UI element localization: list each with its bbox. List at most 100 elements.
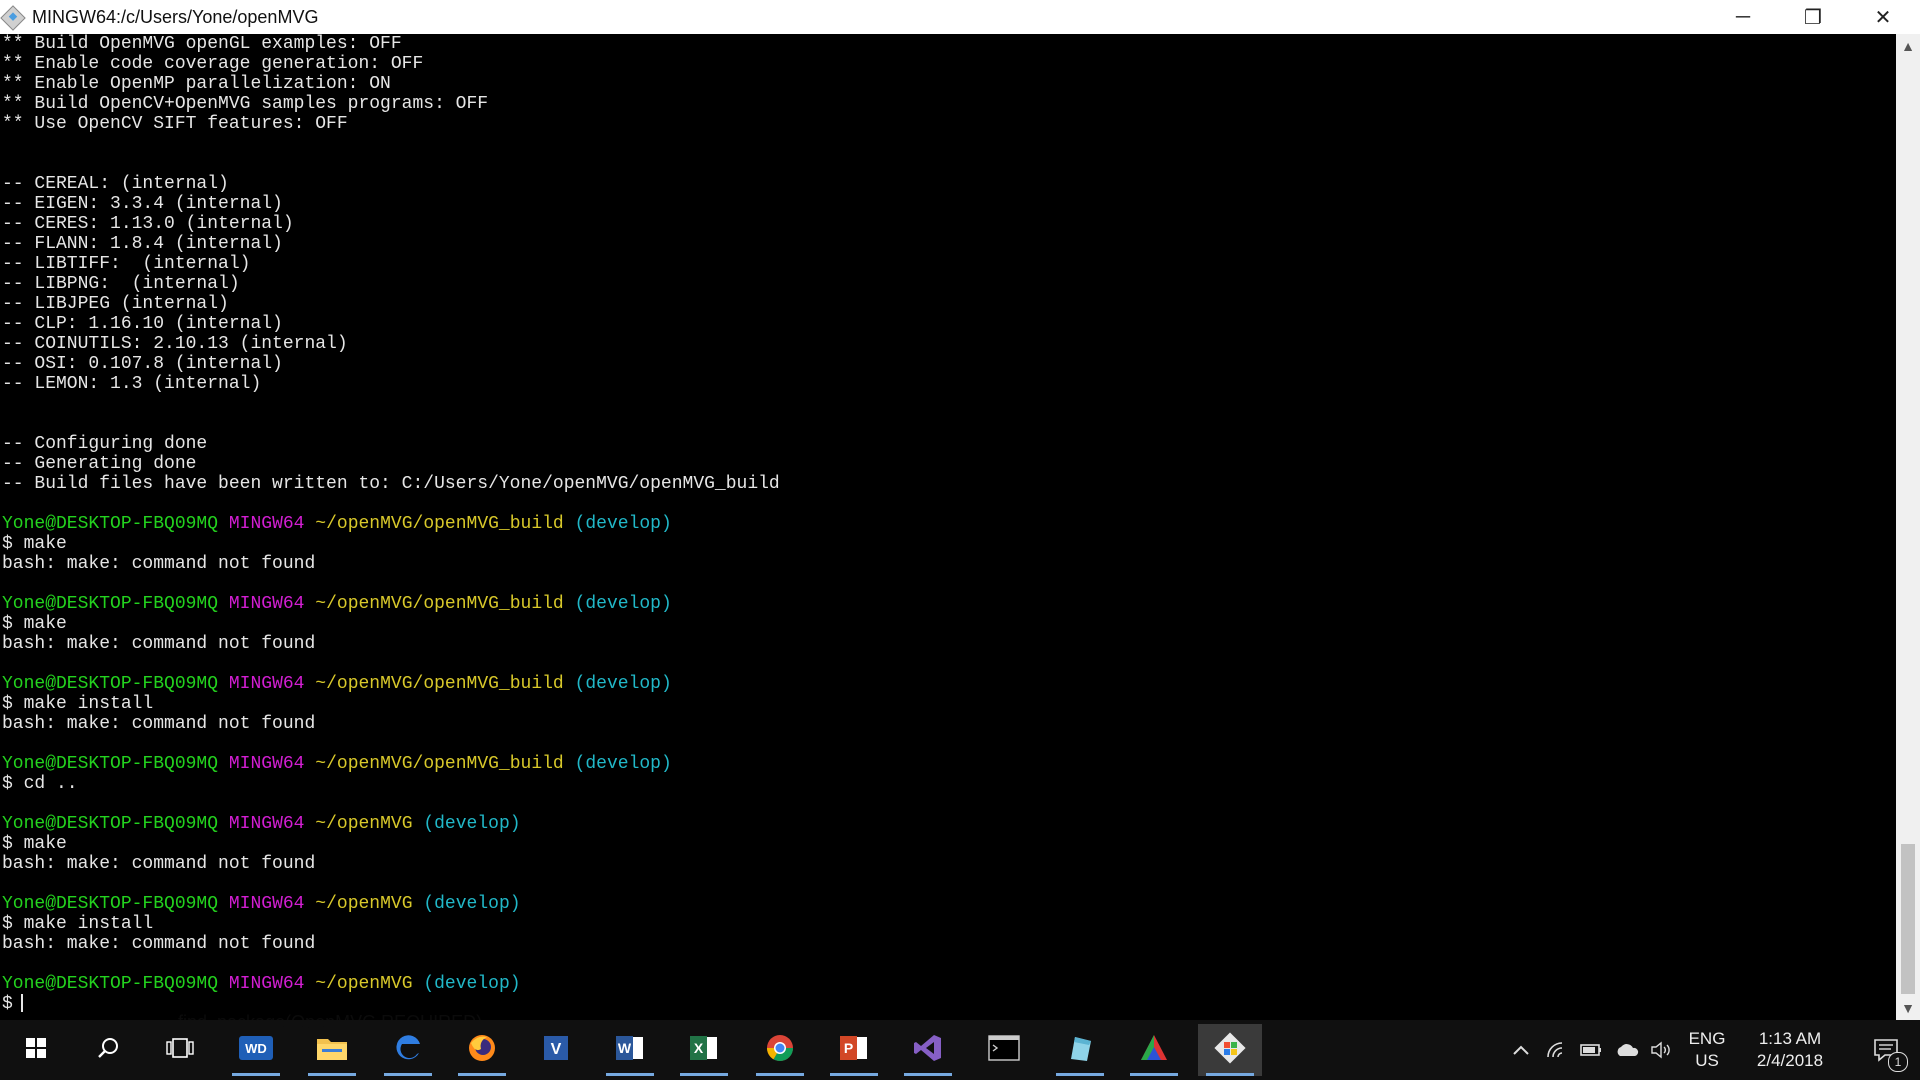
- output-line: ** Use OpenCV SIFT features: OFF: [0, 114, 1894, 134]
- notification-count-badge: 1: [1888, 1052, 1908, 1072]
- vertical-scrollbar[interactable]: ▲ ▼: [1896, 34, 1920, 1020]
- scroll-thumb[interactable]: [1901, 844, 1915, 994]
- minimize-button[interactable]: ─: [1710, 0, 1776, 34]
- wifi-icon[interactable]: [1542, 1020, 1572, 1080]
- taskbar-git-bash[interactable]: [1198, 1024, 1262, 1076]
- app-blue-icon: [1065, 1033, 1095, 1068]
- window-title: MINGW64:/c/Users/Yone/openMVG: [32, 7, 319, 27]
- output-line: ** Build OpenCV+OpenMVG samples programs…: [0, 94, 1894, 114]
- prompt-user: Yone@DESKTOP-FBQ09MQ: [2, 974, 219, 994]
- line-text: ** Build OpenCV+OpenMVG samples programs…: [2, 94, 489, 114]
- taskbar-cmd[interactable]: [972, 1024, 1036, 1076]
- running-indicator: [232, 1073, 280, 1076]
- edge-icon: [393, 1033, 423, 1068]
- taskbar-word[interactable]: W: [598, 1024, 662, 1076]
- line-text: $ make install: [2, 914, 154, 934]
- show-hidden-icons-icon[interactable]: [1506, 1020, 1536, 1080]
- line-text: bash: make: command not found: [2, 854, 316, 874]
- prompt-host: MINGW64: [228, 514, 305, 534]
- line-text: $ make: [2, 614, 67, 634]
- output-line: -- LIBTIFF: (internal): [0, 254, 1894, 274]
- scroll-up-icon[interactable]: ▲: [1896, 34, 1920, 58]
- taskbar-visual-studio[interactable]: [896, 1024, 960, 1076]
- line-text: $ make: [2, 834, 67, 854]
- action-center-button[interactable]: 1: [1856, 1020, 1916, 1080]
- taskbar-excel[interactable]: X: [672, 1024, 736, 1076]
- search-icon: [96, 1036, 120, 1065]
- text-cursor: [20, 994, 23, 1013]
- line-text: ** Use OpenCV SIFT features: OFF: [2, 114, 348, 134]
- prompt-branch: (develop): [574, 514, 672, 534]
- output-line: -- COINUTILS: 2.10.13 (internal): [0, 334, 1894, 354]
- line-text: -- Build files have been written to: C:/…: [2, 474, 780, 494]
- prompt-path: ~/openMVG/openMVG_build: [315, 754, 564, 774]
- task-view-icon: [165, 1037, 195, 1064]
- visual-studio-icon: [913, 1033, 943, 1068]
- start-button[interactable]: [4, 1024, 68, 1076]
- output-line: ** Enable OpenMP parallelization: ON: [0, 74, 1894, 94]
- prompt-host: MINGW64: [228, 974, 305, 994]
- clock-time: 1:13 AM: [1758, 1029, 1822, 1048]
- input-language[interactable]: ENG US: [1682, 1028, 1732, 1072]
- line-text: $ cd ..: [2, 774, 78, 794]
- prompt-path: ~/openMVG/openMVG_build: [315, 674, 564, 694]
- chrome-icon: [765, 1033, 795, 1068]
- vs-icon: V: [542, 1034, 570, 1067]
- line-text: bash: make: command not found: [2, 934, 316, 954]
- running-indicator: [904, 1073, 952, 1076]
- restore-button[interactable]: ❐: [1780, 0, 1846, 34]
- lang-region: US: [1695, 1051, 1719, 1070]
- scroll-down-icon[interactable]: ▼: [1896, 996, 1920, 1020]
- output-line: bash: make: command not found: [0, 634, 1894, 654]
- output-line: $ cd ..: [0, 774, 1894, 794]
- firefox-icon: [467, 1033, 497, 1068]
- output-line: -- Generating done: [0, 454, 1894, 474]
- clock-date: 2/4/2018: [1756, 1051, 1824, 1070]
- prompt-path: ~/openMVG/openMVG_build: [315, 514, 564, 534]
- prompt-user: Yone@DESKTOP-FBQ09MQ: [2, 594, 219, 614]
- taskbar-powerpoint[interactable]: P: [822, 1024, 886, 1076]
- taskbar-chrome[interactable]: [748, 1024, 812, 1076]
- clock[interactable]: 1:13 AM 2/4/2018: [1740, 1028, 1840, 1072]
- line-text: bash: make: command not found: [2, 634, 316, 654]
- prompt-user: Yone@DESKTOP-FBQ09MQ: [2, 814, 219, 834]
- taskbar-app-blue[interactable]: [1048, 1024, 1112, 1076]
- output-line: bash: make: command not found: [0, 934, 1894, 954]
- overlapping-text-fragment: find_package(OpenMVG REQUIRED): [178, 1012, 483, 1032]
- running-indicator: [1130, 1073, 1178, 1076]
- wd-icon: WD: [239, 1035, 273, 1065]
- running-indicator: [756, 1073, 804, 1076]
- powerpoint-icon: P: [839, 1034, 869, 1067]
- taskbar-app-triangle[interactable]: [1122, 1024, 1186, 1076]
- output-line: -- FLANN: 1.8.4 (internal): [0, 234, 1894, 254]
- windows-logo-icon: [25, 1037, 47, 1064]
- line-text: -- LIBTIFF: (internal): [2, 254, 251, 274]
- search-button[interactable]: [76, 1024, 140, 1076]
- close-button[interactable]: ✕: [1850, 0, 1916, 34]
- output-line: bash: make: command not found: [0, 714, 1894, 734]
- line-text: -- CERES: 1.13.0 (internal): [2, 214, 294, 234]
- taskbar-visual-studio-code[interactable]: V: [524, 1024, 588, 1076]
- line-text: -- COINUTILS: 2.10.13 (internal): [2, 334, 348, 354]
- terminal-output[interactable]: ** Build OpenMVG openGL examples: OFF ** …: [0, 34, 1894, 1020]
- volume-icon[interactable]: [1646, 1020, 1676, 1080]
- running-indicator: [830, 1073, 878, 1076]
- output-line: bash: make: command not found: [0, 554, 1894, 574]
- lang-code: ENG: [1688, 1029, 1726, 1048]
- output-line: -- LIBPNG: (internal): [0, 274, 1894, 294]
- title-bar[interactable]: MINGW64:/c/Users/Yone/openMVG ─ ❐ ✕: [0, 0, 1920, 34]
- onedrive-icon[interactable]: [1612, 1020, 1642, 1080]
- prompt-line: Yone@DESKTOP-FBQ09MQ MINGW64 ~/openMVG/o…: [0, 754, 1894, 774]
- git-bash-app-icon: [0, 5, 26, 31]
- battery-icon[interactable]: [1576, 1020, 1606, 1080]
- output-line: -- LEMON: 1.3 (internal): [0, 374, 1894, 394]
- output-line: $ make: [0, 614, 1894, 634]
- terminal-icon: [988, 1034, 1020, 1066]
